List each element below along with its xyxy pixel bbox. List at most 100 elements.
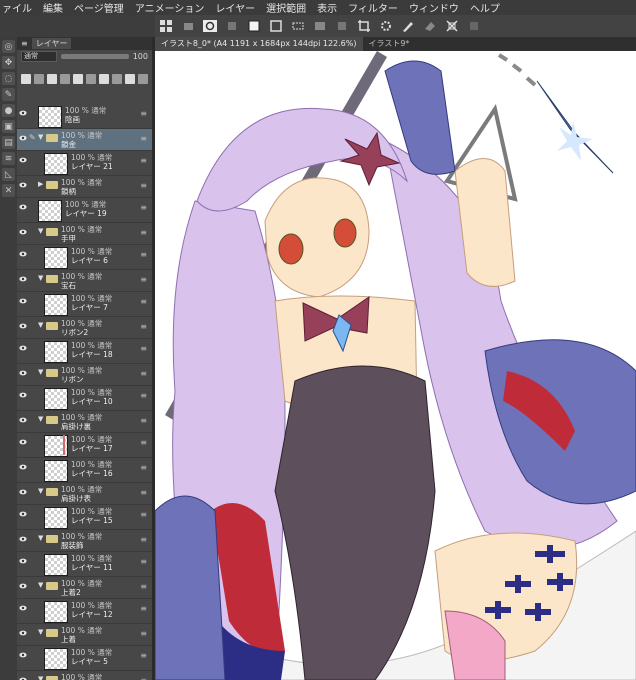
eye-icon[interactable] — [17, 204, 29, 210]
layer-row[interactable]: 100 % 通常 レイヤー 7 ≡ — [17, 292, 152, 317]
layer-folder-row[interactable]: ▼ 100 % 通常 上着 ≡ — [17, 624, 152, 646]
layer-menu-icon[interactable]: ≡ — [140, 344, 147, 353]
layer-folder-row[interactable]: ▼ 100 % 通常 肩掛け表 ≡ — [17, 483, 152, 505]
eye-icon[interactable] — [17, 276, 29, 282]
eye-icon[interactable] — [17, 135, 29, 141]
eye-icon[interactable] — [17, 536, 29, 542]
eye-icon[interactable] — [17, 630, 29, 636]
new-folder-icon[interactable] — [47, 74, 57, 84]
layer-folder-row[interactable]: ▼ 100 % 通常 服装飾 ≡ — [17, 530, 152, 552]
eye-icon[interactable] — [17, 251, 29, 257]
layer-menu-icon[interactable]: ≡ — [140, 156, 147, 165]
new-raster-layer-icon[interactable] — [21, 74, 31, 84]
menu-item[interactable]: 表示 — [317, 0, 337, 15]
eye-icon[interactable] — [17, 558, 29, 564]
chevron-down-icon[interactable]: ▼ — [38, 133, 46, 141]
layer-row[interactable]: 100 % 通常 レイヤー 15 ≡ — [17, 505, 152, 530]
pen-tool-icon[interactable]: ✎ — [2, 88, 15, 101]
eye-icon[interactable] — [17, 489, 29, 495]
mask-layer-icon[interactable] — [99, 74, 109, 84]
layer-row[interactable]: 100 % 通常 レイヤー 6 ≡ — [17, 245, 152, 270]
eye-icon[interactable] — [17, 439, 29, 445]
chevron-down-icon[interactable]: ▼ — [38, 487, 46, 495]
eye-icon[interactable] — [17, 182, 29, 188]
menu-item[interactable]: 編集 — [43, 0, 63, 15]
blend-mode-select[interactable]: 通常 — [21, 51, 57, 62]
layer-menu-icon[interactable]: ≡ — [140, 676, 147, 680]
eye-icon[interactable] — [17, 652, 29, 658]
deselect-icon[interactable] — [290, 18, 306, 34]
layer-menu-icon[interactable]: ≡ — [140, 510, 147, 519]
layer-menu-icon[interactable]: ≡ — [140, 391, 147, 400]
eye-icon[interactable] — [17, 323, 29, 329]
opacity-slider[interactable] — [61, 54, 129, 59]
layer-menu-icon[interactable]: ≡ — [140, 228, 147, 237]
layer-row[interactable]: 100 % 通常 レイヤー 12 ≡ — [17, 599, 152, 624]
layer-folder-row[interactable]: ▼ 100 % 通常 ≡ — [17, 671, 152, 680]
crop-icon[interactable] — [356, 18, 372, 34]
eye-icon[interactable] — [17, 298, 29, 304]
layer-row[interactable]: 100 % 通常 レイヤー 18 ≡ — [17, 339, 152, 364]
zoom-tool-icon[interactable]: ◎ — [2, 40, 15, 53]
brush-tool-icon[interactable]: ● — [2, 104, 15, 117]
layer-menu-icon[interactable]: ≡ — [140, 297, 147, 306]
layer-folder-row[interactable]: ▼ 100 % 通常 上着2 ≡ — [17, 577, 152, 599]
eraser-icon[interactable] — [422, 18, 438, 34]
gradient-tool-icon[interactable]: ▤ — [2, 136, 15, 149]
fill-icon[interactable] — [246, 18, 262, 34]
panel-menu-icon[interactable]: ≡ — [21, 39, 28, 48]
chevron-down-icon[interactable]: ▼ — [38, 581, 46, 589]
chevron-down-icon[interactable]: ▼ — [38, 368, 46, 376]
layer-row[interactable]: 100 % 通常 レイヤー 19 ≡ — [17, 198, 152, 223]
fill-tool-icon[interactable]: ▣ — [2, 120, 15, 133]
eye-icon[interactable] — [17, 605, 29, 611]
move-tool-icon[interactable]: ✥ — [2, 56, 15, 69]
eye-icon[interactable] — [17, 110, 29, 116]
chevron-down-icon[interactable]: ▼ — [38, 274, 46, 282]
layer-row[interactable]: 100 % 通常 レイヤー 5 ≡ — [17, 646, 152, 671]
menu-item[interactable]: ヘルプ — [470, 0, 500, 15]
chevron-down-icon[interactable]: ▼ — [38, 534, 46, 542]
menu-item[interactable]: ァイル — [2, 0, 32, 15]
menu-item[interactable]: アニメーション — [135, 0, 205, 15]
chevron-right-icon[interactable]: ▶ — [38, 180, 46, 188]
eye-icon[interactable] — [17, 417, 29, 423]
layer-menu-icon[interactable]: ≡ — [140, 416, 147, 425]
layer-menu-icon[interactable]: ≡ — [140, 250, 147, 259]
chevron-down-icon[interactable]: ▼ — [38, 628, 46, 636]
tab-document-active[interactable]: イラスト8_0* (A4 1191 x 1684px 144dpi 122.6%… — [155, 37, 363, 51]
transform-icon[interactable] — [268, 18, 284, 34]
layer-menu-icon[interactable]: ≡ — [140, 651, 147, 660]
layer-menu-icon[interactable]: ≡ — [140, 582, 147, 591]
tab-document-other[interactable]: イラスト9* — [363, 37, 416, 51]
layer-menu-icon[interactable]: ≡ — [140, 369, 147, 378]
layer-menu-icon[interactable]: ≡ — [140, 203, 147, 212]
layer-row[interactable]: 100 % 通常 レイヤー 17 ≡ — [17, 433, 152, 458]
expand-icon[interactable] — [334, 18, 350, 34]
layer-menu-icon[interactable]: ≡ — [140, 488, 147, 497]
eye-icon[interactable] — [17, 345, 29, 351]
layer-folder-row[interactable]: ▼ 100 % 通常 リボン2 ≡ — [17, 317, 152, 339]
text-tool-icon[interactable]: ≋ — [2, 152, 15, 165]
reference-layer-icon[interactable] — [112, 74, 122, 84]
menu-item[interactable]: フィルター — [348, 0, 398, 15]
close-tool-icon[interactable]: ✕ — [2, 184, 15, 197]
chevron-down-icon[interactable]: ▼ — [38, 321, 46, 329]
layer-menu-icon[interactable]: ≡ — [140, 557, 147, 566]
layer-folder-row[interactable]: ▼ 100 % 通常 リボン ≡ — [17, 364, 152, 386]
layer-row[interactable]: 100 % 通常 陰画 ≡ — [17, 104, 152, 129]
brush-icon[interactable] — [400, 18, 416, 34]
invert-icon[interactable] — [312, 18, 328, 34]
spiral-icon[interactable] — [202, 18, 218, 34]
chevron-down-icon[interactable]: ▼ — [38, 675, 46, 680]
layer-folder-row[interactable]: ✎ ▼ 100 % 通常 鎖金 ≡ — [17, 129, 152, 151]
eye-icon[interactable] — [17, 370, 29, 376]
layer-menu-icon[interactable]: ≡ — [140, 181, 147, 190]
menu-item[interactable]: 選択範囲 — [266, 0, 306, 15]
layer-menu-icon[interactable]: ≡ — [140, 134, 147, 143]
settings-icon[interactable] — [378, 18, 394, 34]
undo-icon[interactable] — [180, 18, 196, 34]
menu-item[interactable]: ページ管理 — [74, 0, 124, 15]
layer-menu-icon[interactable]: ≡ — [140, 322, 147, 331]
extra-icon[interactable] — [466, 18, 482, 34]
